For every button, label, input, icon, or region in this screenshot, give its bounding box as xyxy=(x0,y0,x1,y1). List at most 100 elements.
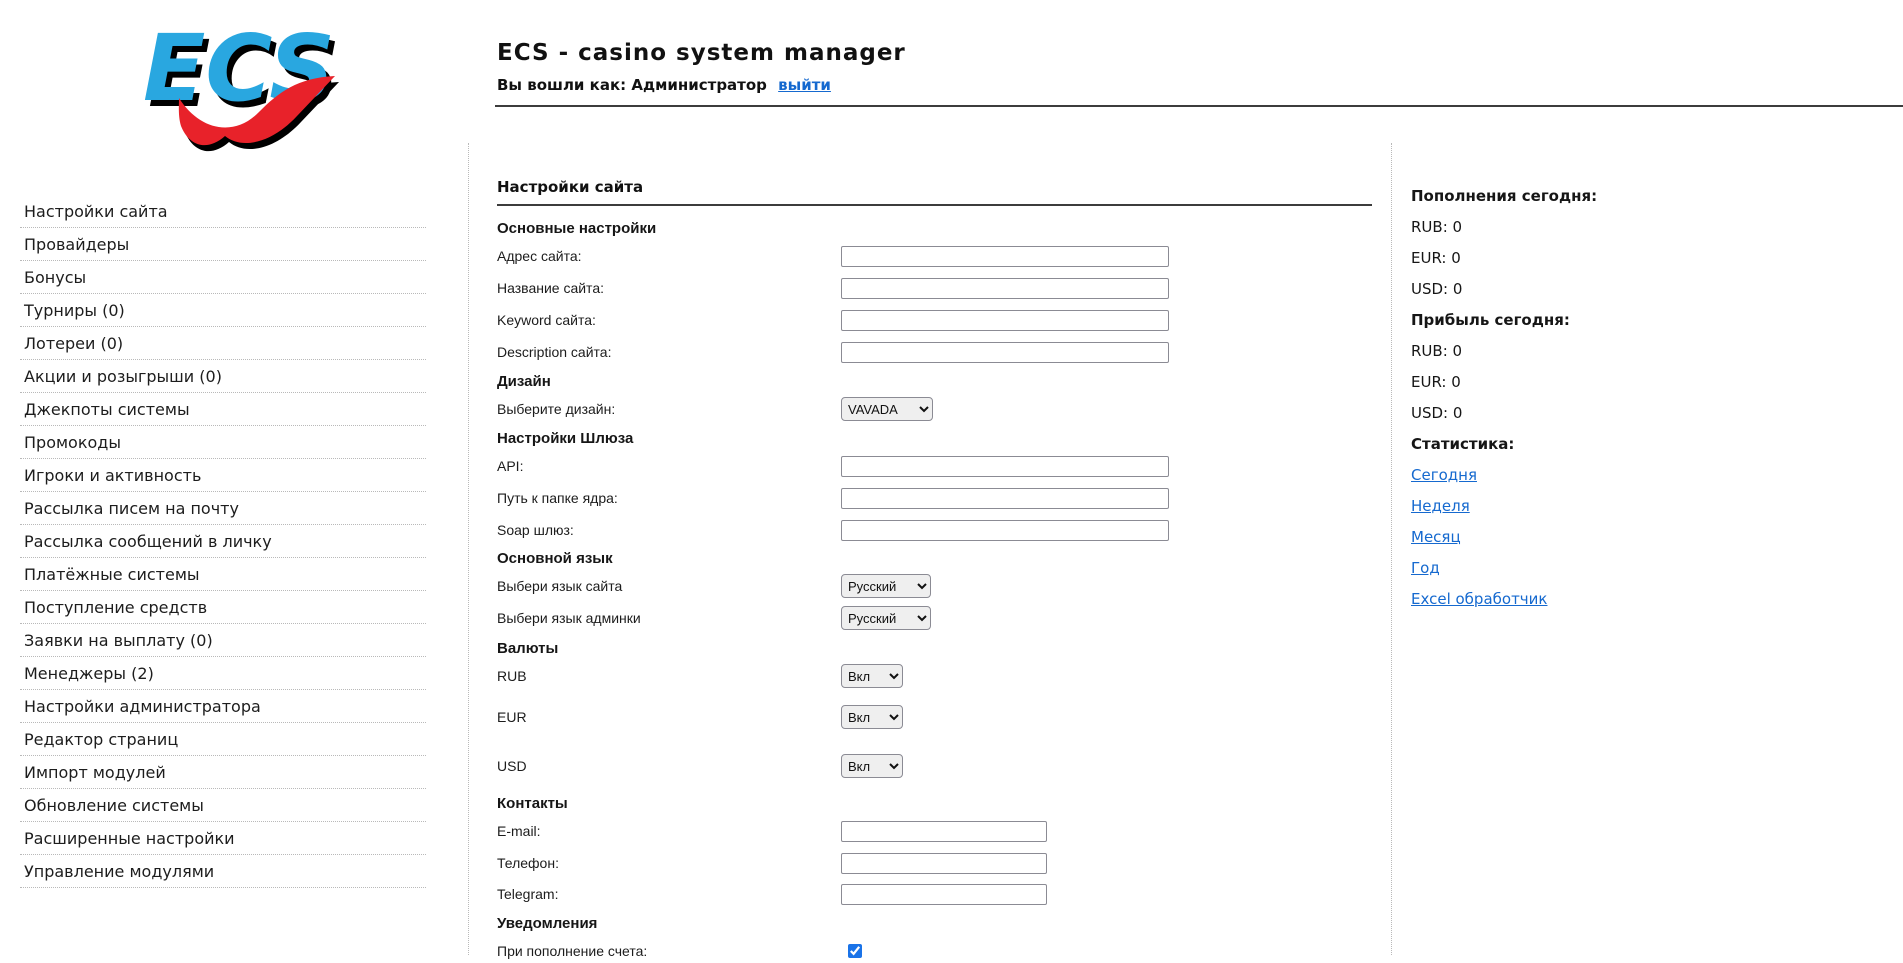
panel-title: Настройки сайта xyxy=(497,178,644,196)
rub-select[interactable]: Вкл xyxy=(841,664,903,688)
deposits-usd-value: USD: 0 xyxy=(1411,279,1463,298)
sidebar-item-label: Лотереи (0) xyxy=(24,333,124,353)
sidebar-item-admin-settings[interactable]: Настройки администратора xyxy=(20,690,426,723)
eur-select[interactable]: Вкл xyxy=(841,705,903,729)
sidebar-item-module-management[interactable]: Управление модулями xyxy=(20,855,426,888)
profit-usd-value: USD: 0 xyxy=(1411,403,1463,422)
sidebar-item-label: Промокоды xyxy=(24,432,121,452)
section-label: Основные настройки xyxy=(497,219,657,237)
field-label: Telegram: xyxy=(497,886,559,902)
form-row-deposit-notify: При пополнение счета: xyxy=(497,939,1375,963)
stats-panel: Пополнения сегодня: RUB: 0 EUR: 0 USD: 0… xyxy=(1411,180,1881,614)
sidebar-item-managers[interactable]: Менеджеры (2) xyxy=(20,657,426,690)
sidebar-item-label: Расширенные настройки xyxy=(24,828,235,848)
field-label: Телефон: xyxy=(497,855,559,871)
stats-link-today[interactable]: Сегодня xyxy=(1411,466,1477,484)
sidebar-item-players-activity[interactable]: Игроки и активность xyxy=(20,459,426,492)
ecs-logo: ECS ECS xyxy=(135,14,350,154)
site-description-input[interactable] xyxy=(841,341,1169,363)
form-row-site-description: Description сайта: xyxy=(497,340,1375,364)
deposits-rub-value: RUB: 0 xyxy=(1411,217,1463,236)
sidebar-item-label: Турниры (0) xyxy=(24,300,125,320)
design-select[interactable]: VAVADA xyxy=(841,397,933,421)
usd-select[interactable]: Вкл xyxy=(841,754,903,778)
form-row-site-address: Адрес сайта: xyxy=(497,244,1375,268)
sidebar-item-label: Менеджеры (2) xyxy=(24,663,154,683)
site-name-input[interactable] xyxy=(841,277,1169,299)
field-label: Description сайта: xyxy=(497,344,612,360)
email-input[interactable] xyxy=(841,820,1047,842)
site-keyword-input[interactable] xyxy=(841,309,1169,331)
sidebar-item-lotteries[interactable]: Лотереи (0) xyxy=(20,327,426,360)
stats-link-month[interactable]: Месяц xyxy=(1411,528,1461,546)
section-label: Валюты xyxy=(497,639,559,657)
stats-link-excel-processor[interactable]: Excel обработчик xyxy=(1411,590,1547,608)
field-label: При пополнение счета: xyxy=(497,943,648,959)
sidebar-item-page-editor[interactable]: Редактор страниц xyxy=(20,723,426,756)
sidebar-item-bonuses[interactable]: Бонусы xyxy=(20,261,426,294)
field-label: USD xyxy=(497,758,527,774)
form-row-rub: RUB Вкл xyxy=(497,664,1375,688)
form-row-site-keyword: Keyword сайта: xyxy=(497,308,1375,332)
soap-gateway-input[interactable] xyxy=(841,519,1169,541)
section-contacts: Контакты xyxy=(497,794,1375,812)
sidebar-item-label: Рассылка писем на почту xyxy=(24,498,239,518)
sidebar-item-label: Бонусы xyxy=(24,267,87,287)
section-gateway: Настройки Шлюза xyxy=(497,429,1375,447)
sidebar-item-pm-newsletter[interactable]: Рассылка сообщений в личку xyxy=(20,525,426,558)
sidebar-item-label: Заявки на выплату (0) xyxy=(24,630,213,650)
sidebar-item-module-import[interactable]: Импорт модулей xyxy=(20,756,426,789)
deposits-eur-value: EUR: 0 xyxy=(1411,248,1461,267)
profit-eur-value: EUR: 0 xyxy=(1411,372,1461,391)
section-label: Уведомления xyxy=(497,914,598,932)
sidebar-item-label: Поступление средств xyxy=(24,597,208,617)
field-label: Keyword сайта: xyxy=(497,312,596,328)
section-currencies: Валюты xyxy=(497,639,1375,657)
sidebar-item-label: Обновление системы xyxy=(24,795,204,815)
sidebar-item-payout-requests[interactable]: Заявки на выплату (0) xyxy=(20,624,426,657)
sidebar-item-incoming-funds[interactable]: Поступление средств xyxy=(20,591,426,624)
sidebar-item-promotions[interactable]: Акции и розыгрыши (0) xyxy=(20,360,426,393)
sidebar-item-jackpots[interactable]: Джекпоты системы xyxy=(20,393,426,426)
stats-divider xyxy=(1391,143,1392,955)
form-row-usd: USD Вкл xyxy=(497,754,1375,778)
field-label: RUB xyxy=(497,668,527,684)
site-language-select[interactable]: Русский xyxy=(841,574,931,598)
sidebar-item-tournaments[interactable]: Турниры (0) xyxy=(20,294,426,327)
section-general: Основные настройки xyxy=(497,219,1375,237)
stats-link-week[interactable]: Неделя xyxy=(1411,497,1470,515)
form-row-phone: Телефон: xyxy=(497,851,1375,875)
section-label: Дизайн xyxy=(497,372,551,390)
sidebar-item-label: Настройки сайта xyxy=(24,201,168,221)
admin-language-select[interactable]: Русский xyxy=(841,606,931,630)
section-design: Дизайн xyxy=(497,372,1375,390)
api-input[interactable] xyxy=(841,455,1169,477)
sidebar-item-email-newsletter[interactable]: Рассылка писем на почту xyxy=(20,492,426,525)
ecs-admin-page: { "header": { "logo_text": "ECS", "title… xyxy=(0,0,1903,959)
profit-today-title: Прибыль сегодня: xyxy=(1411,310,1570,329)
sidebar-item-site-settings[interactable]: Настройки сайта xyxy=(20,195,426,228)
sidebar-item-label: Управление модулями xyxy=(24,861,215,881)
site-address-input[interactable] xyxy=(841,245,1169,267)
field-label: Выбери язык сайта xyxy=(497,578,623,594)
sidebar-item-providers[interactable]: Провайдеры xyxy=(20,228,426,261)
core-path-input[interactable] xyxy=(841,487,1169,509)
sidebar-item-label: Джекпоты системы xyxy=(24,399,190,419)
sidebar-item-promocodes[interactable]: Промокоды xyxy=(20,426,426,459)
sidebar-item-system-update[interactable]: Обновление системы xyxy=(20,789,426,822)
field-label: Адрес сайта: xyxy=(497,248,582,264)
phone-input[interactable] xyxy=(841,852,1047,874)
sidebar-item-payment-systems[interactable]: Платёжные системы xyxy=(20,558,426,591)
sidebar-item-advanced-settings[interactable]: Расширенные настройки xyxy=(20,822,426,855)
field-label: API: xyxy=(497,458,524,474)
sidebar-nav: Настройки сайта Провайдеры Бонусы Турнир… xyxy=(20,195,426,888)
sidebar-item-label: Рассылка сообщений в личку xyxy=(24,531,272,551)
form-row-design: Выберите дизайн: VAVADA xyxy=(497,397,1375,421)
form-row-email: E-mail: xyxy=(497,819,1375,843)
field-label: EUR xyxy=(497,709,527,725)
section-notifications: Уведомления xyxy=(497,914,1375,932)
sidebar-item-label: Игроки и активность xyxy=(24,465,202,485)
deposit-notify-checkbox[interactable] xyxy=(848,944,862,958)
telegram-input[interactable] xyxy=(841,883,1047,905)
stats-link-year[interactable]: Год xyxy=(1411,559,1440,577)
